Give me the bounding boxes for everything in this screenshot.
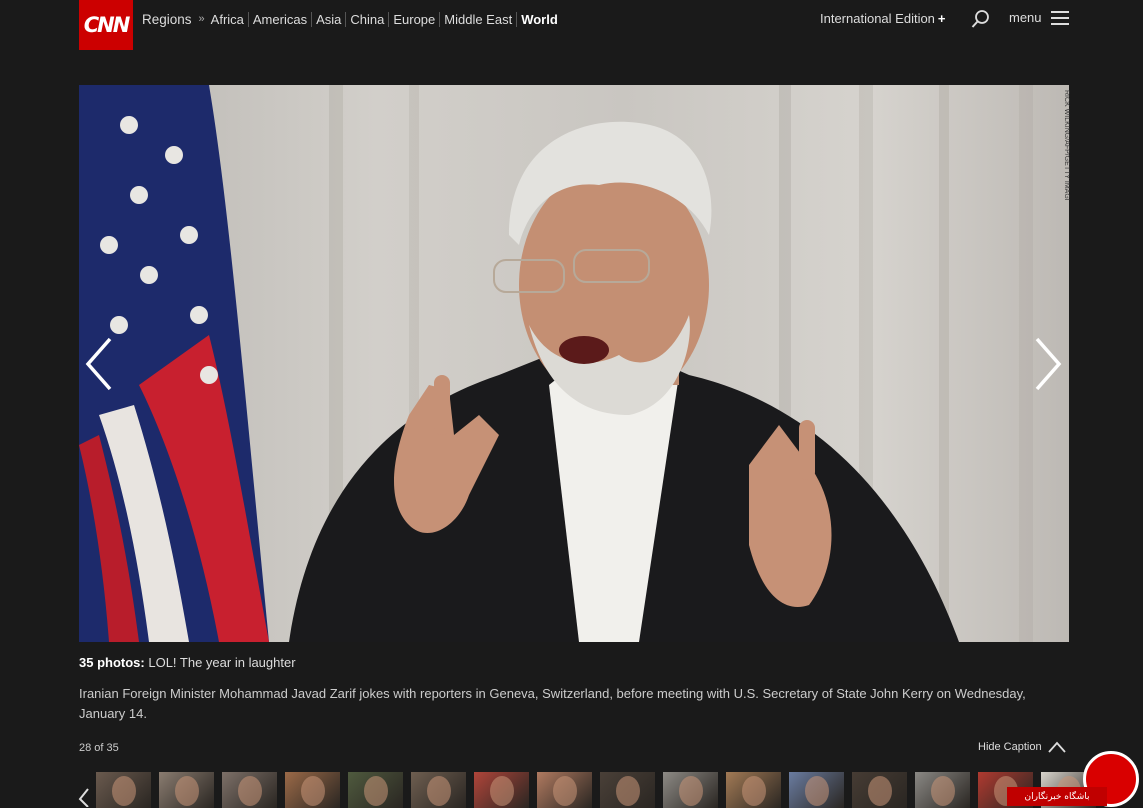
thumbnail-item[interactable] xyxy=(663,772,718,808)
thumbnail-image xyxy=(175,776,199,806)
search-icon[interactable] xyxy=(971,9,991,29)
thumbnail-item[interactable] xyxy=(915,772,970,808)
thumbnail-item[interactable] xyxy=(600,772,655,808)
region-link-asia[interactable]: Asia xyxy=(311,11,345,27)
thumbnail-strip xyxy=(96,772,1104,808)
plus-icon: + xyxy=(937,11,946,26)
edition-label: International Edition xyxy=(820,11,935,26)
thumbnail-item[interactable] xyxy=(537,772,592,808)
thumbnail-prev-icon[interactable] xyxy=(76,787,92,807)
thumbnail-item[interactable] xyxy=(474,772,529,808)
watermark-text: باشگاه خبرنگاران xyxy=(1007,787,1107,806)
regions-separator: » xyxy=(198,13,205,25)
photo-illustration xyxy=(79,85,1033,642)
photo-credit: RICK WILKING/AFP/GETTY IMAGES xyxy=(1063,90,1070,200)
gallery-photo xyxy=(79,85,1069,642)
photo-caption: Iranian Foreign Minister Mohammad Javad … xyxy=(79,686,1026,721)
regions-nav: Regions » Africa Americas Asia China Eur… xyxy=(142,10,562,28)
thumbnail-image xyxy=(679,776,703,806)
gallery-photo-count: 35 photos: xyxy=(79,655,145,670)
thumbnail-image xyxy=(490,776,514,806)
thumbnail-item[interactable] xyxy=(852,772,907,808)
gallery-title: 35 photos: LOL! The year in laughter xyxy=(79,655,296,670)
photo-counter: 28 of 35 xyxy=(79,742,119,754)
thumbnail-image xyxy=(616,776,640,806)
chevron-right-icon[interactable] xyxy=(1031,335,1065,393)
region-link-africa[interactable]: Africa xyxy=(211,12,248,27)
region-link-americas[interactable]: Americas xyxy=(247,11,311,27)
region-link-europe[interactable]: Europe xyxy=(388,11,439,27)
region-link-world[interactable]: World xyxy=(516,11,562,27)
thumbnail-item[interactable] xyxy=(96,772,151,808)
thumbnail-item[interactable] xyxy=(222,772,277,808)
edition-selector[interactable]: International Edition + xyxy=(820,11,946,26)
thumbnail-item[interactable] xyxy=(348,772,403,808)
thumbnail-item[interactable] xyxy=(789,772,844,808)
menu-label[interactable]: menu xyxy=(1009,10,1042,25)
watermark-logo: باشگاه خبرنگاران xyxy=(1007,747,1143,808)
hamburger-icon[interactable] xyxy=(1051,11,1069,25)
thumbnail-item[interactable] xyxy=(726,772,781,808)
gallery-title-text: LOL! The year in laughter xyxy=(148,655,296,670)
thumbnail-item[interactable] xyxy=(411,772,466,808)
thumbnail-image xyxy=(742,776,766,806)
thumbnail-image xyxy=(112,776,136,806)
thumbnail-image xyxy=(238,776,262,806)
thumbnail-image xyxy=(427,776,451,806)
logo-text: CNN xyxy=(83,13,131,37)
cnn-logo[interactable]: CNN xyxy=(79,0,133,50)
thumbnail-image xyxy=(805,776,829,806)
region-link-china[interactable]: China xyxy=(345,11,388,27)
thumbnail-image xyxy=(868,776,892,806)
chevron-left-icon[interactable] xyxy=(82,335,116,393)
regions-label[interactable]: Regions xyxy=(142,12,192,27)
region-link-middle-east[interactable]: Middle East xyxy=(439,11,516,27)
thumbnail-image xyxy=(364,776,388,806)
thumbnail-image xyxy=(553,776,577,806)
thumbnail-item[interactable] xyxy=(285,772,340,808)
thumbnail-item[interactable] xyxy=(159,772,214,808)
thumbnail-image xyxy=(301,776,325,806)
thumbnail-image xyxy=(931,776,955,806)
